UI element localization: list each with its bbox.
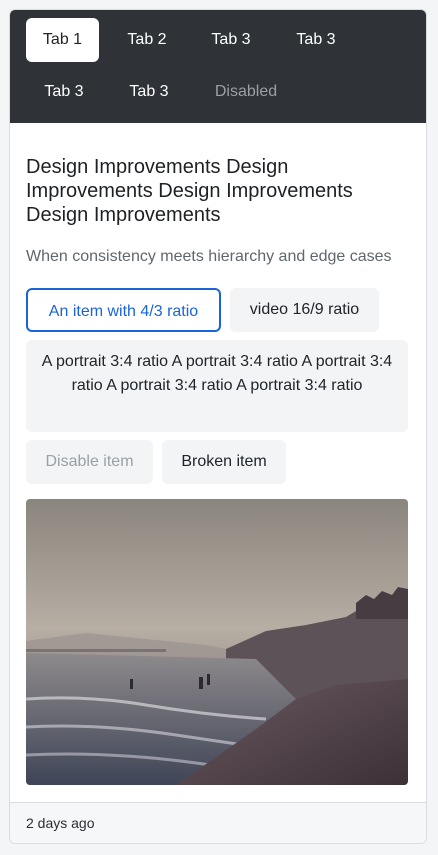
card: Tab 1 Tab 2 Tab 3 Tab 3 Tab 3 Tab 3 Disa… — [9, 9, 427, 844]
card-footer: 2 days ago — [10, 802, 426, 843]
tab-3a[interactable]: Tab 3 — [195, 18, 267, 62]
tab-bar: Tab 1 Tab 2 Tab 3 Tab 3 Tab 3 Tab 3 Disa… — [10, 10, 426, 123]
tab-3c[interactable]: Tab 3 — [28, 70, 100, 114]
card-title: Design Improvements Design Improvements … — [26, 156, 353, 226]
timestamp: 2 days ago — [26, 815, 95, 831]
item-video-16-9[interactable]: video 16/9 ratio — [230, 288, 379, 332]
tab-3b[interactable]: Tab 3 — [280, 18, 352, 62]
tab-3d[interactable]: Tab 3 — [113, 70, 185, 114]
tab-2[interactable]: Tab 2 — [111, 18, 183, 62]
beach-photo — [26, 499, 408, 785]
tab-disabled: Disabled — [214, 83, 278, 100]
item-broken[interactable]: Broken item — [162, 440, 286, 484]
item-portrait-3-4[interactable]: A portrait 3:4 ratio A portrait 3:4 rati… — [26, 340, 408, 432]
tab-1[interactable]: Tab 1 — [26, 18, 99, 62]
item-4-3-ratio[interactable]: An item with 4/3 ratio — [26, 288, 221, 332]
card-subtitle: When consistency meets hierarchy and edg… — [26, 248, 392, 265]
item-disabled: Disable item — [26, 440, 153, 484]
